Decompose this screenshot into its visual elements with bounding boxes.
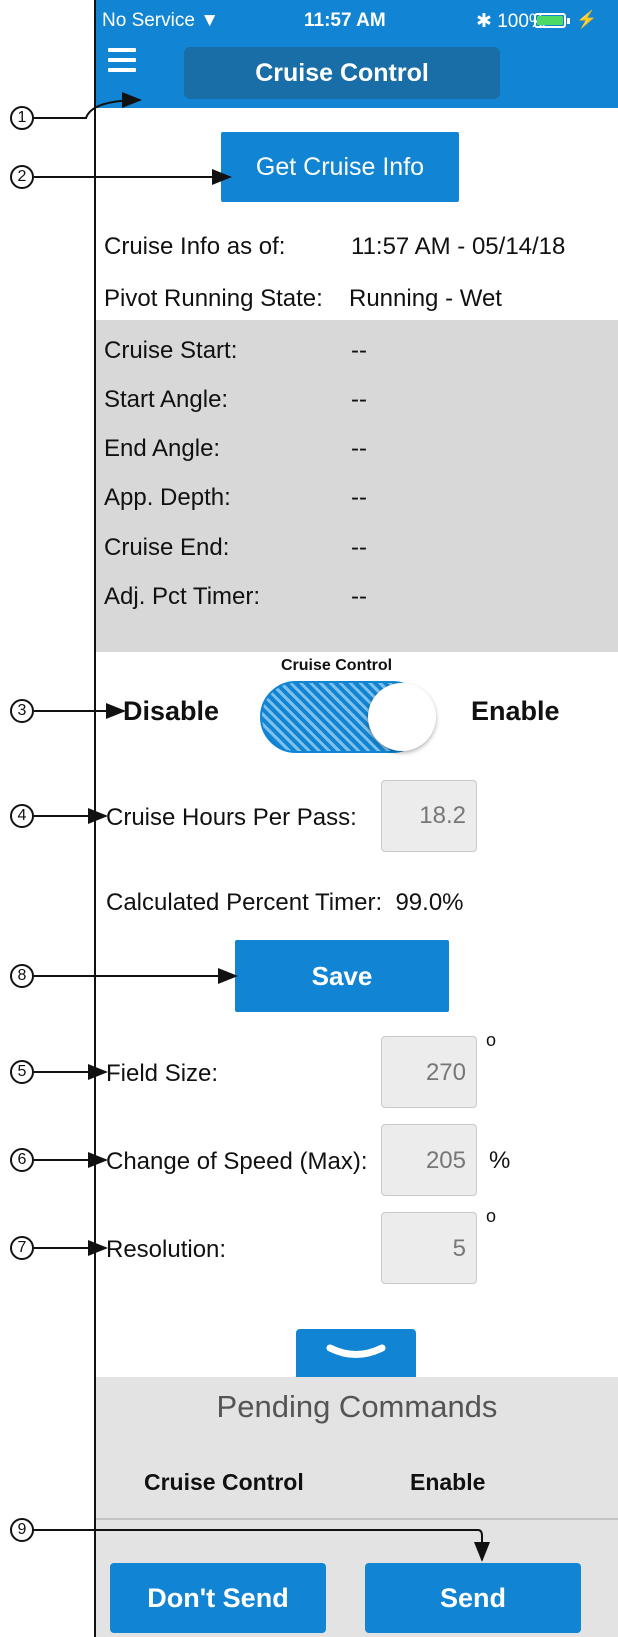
callout-1: 1: [10, 106, 34, 130]
callout-8: 8: [10, 964, 34, 988]
callout-5: 5: [10, 1060, 34, 1084]
callout-line-1: [34, 92, 142, 119]
callout-2: 2: [10, 165, 34, 189]
callout-line-9: [34, 1529, 490, 1562]
callout-3: 3: [10, 699, 34, 723]
callout-4: 4: [10, 804, 34, 828]
callout-7: 7: [10, 1236, 34, 1260]
callout-arrows: [34, 92, 490, 1562]
callout-6: 6: [10, 1148, 34, 1172]
callout-9: 9: [10, 1518, 34, 1542]
